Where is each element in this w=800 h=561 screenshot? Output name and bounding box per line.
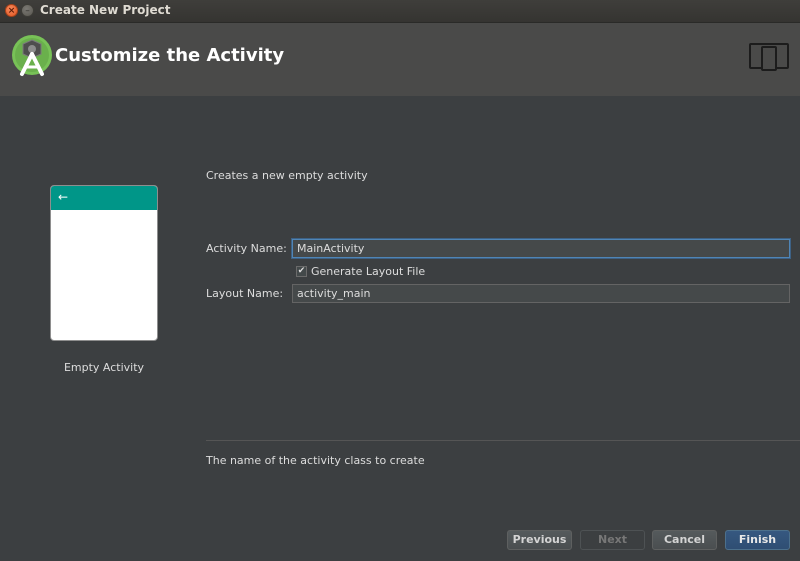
template-description: Creates a new empty activity bbox=[206, 169, 368, 182]
help-text: The name of the activity class to create bbox=[206, 454, 425, 467]
minimize-icon[interactable]: – bbox=[21, 4, 34, 17]
finish-button[interactable]: Finish bbox=[725, 530, 790, 550]
next-button[interactable]: Next bbox=[580, 530, 645, 550]
generate-layout-row[interactable]: ✔ Generate Layout File bbox=[296, 264, 425, 278]
wizard-header: Customize the Activity bbox=[0, 23, 800, 96]
layout-name-label: Layout Name: bbox=[206, 287, 284, 300]
close-icon[interactable]: × bbox=[5, 4, 18, 17]
cancel-button[interactable]: Cancel bbox=[652, 530, 717, 550]
previous-button[interactable]: Previous bbox=[507, 530, 572, 550]
preview-app-bar: ← bbox=[51, 186, 157, 210]
android-studio-logo-icon bbox=[12, 35, 52, 76]
create-project-window: × – Create New Project Customize the Act… bbox=[0, 0, 800, 561]
device-layout-icon bbox=[749, 43, 789, 71]
page-title: Customize the Activity bbox=[55, 45, 285, 66]
activity-name-input[interactable] bbox=[292, 239, 790, 258]
activity-name-label: Activity Name: bbox=[206, 242, 287, 255]
title-bar: × – Create New Project bbox=[0, 0, 800, 23]
layout-name-input[interactable] bbox=[292, 284, 790, 303]
generate-layout-label: Generate Layout File bbox=[311, 264, 426, 278]
activity-preview: ← bbox=[50, 185, 158, 341]
generate-layout-checkbox[interactable]: ✔ bbox=[296, 265, 307, 277]
template-label: Empty Activity bbox=[63, 361, 145, 374]
divider bbox=[206, 440, 800, 441]
window-title: Create New Project bbox=[40, 3, 171, 17]
back-arrow-icon: ← bbox=[58, 190, 69, 204]
